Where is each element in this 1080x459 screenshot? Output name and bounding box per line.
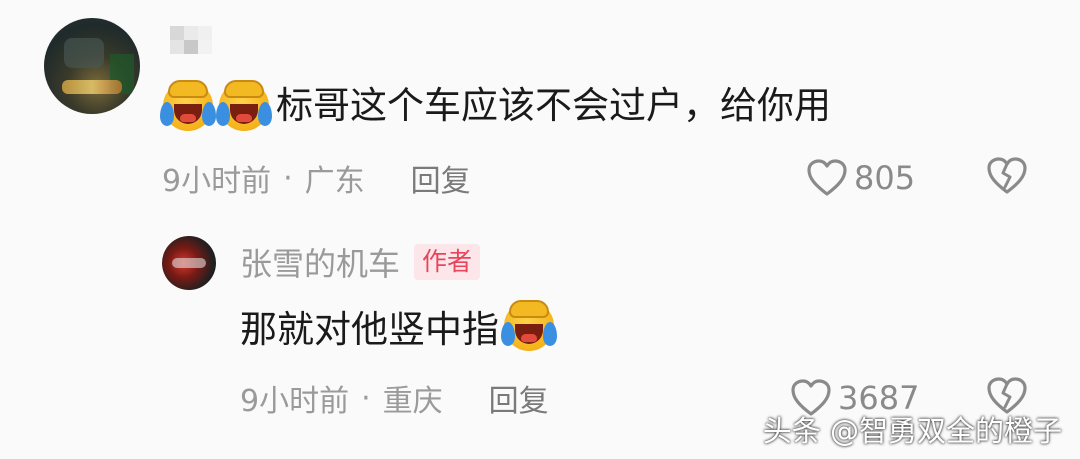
reply-author-name[interactable]: 张雪的机车 xyxy=(240,239,400,285)
comment-text: 标哥这个车应该不会过户，给你用 xyxy=(276,84,831,127)
comment-text-row: 标哥这个车应该不会过户，给你用 xyxy=(160,76,831,136)
comment-thread: 标哥这个车应该不会过户，给你用 9小时前 · 广东 回复 805 张雪的机车 作… xyxy=(0,0,1080,459)
reply-author-row: 张雪的机车 作者 xyxy=(240,239,481,285)
separator-dot: · xyxy=(361,380,371,416)
separator-dot: · xyxy=(283,160,293,196)
commenter-name-blurred xyxy=(170,26,250,54)
broken-heart-icon[interactable] xyxy=(986,156,1028,196)
author-badge: 作者 xyxy=(414,244,481,280)
comment-meta: 9小时前 · 广东 回复 xyxy=(162,156,471,200)
source-watermark: 头条 @智勇双全的橙子 xyxy=(762,414,1062,448)
reply-author-avatar[interactable] xyxy=(162,236,216,290)
reply-location: 重庆 xyxy=(382,384,443,419)
commenter-avatar[interactable] xyxy=(44,18,140,114)
heart-outline-icon xyxy=(807,159,847,196)
reply-meta: 9小时前 · 重庆 回复 xyxy=(240,376,549,420)
laugh-cry-emoji xyxy=(216,78,272,134)
laugh-cry-emoji xyxy=(160,78,216,134)
comment-location: 广东 xyxy=(304,164,365,199)
reply-time: 9小时前 xyxy=(240,384,350,419)
reply-button[interactable]: 回复 xyxy=(411,156,471,200)
comment-like-button[interactable]: 805 xyxy=(806,154,915,202)
comment-time: 9小时前 xyxy=(162,164,272,199)
reply-text-row: 那就对他竖中指 xyxy=(240,296,557,356)
like-count: 805 xyxy=(854,159,916,197)
laugh-cry-emoji xyxy=(501,298,557,354)
reply-button[interactable]: 回复 xyxy=(489,376,549,420)
reply-text: 那就对他竖中指 xyxy=(240,308,499,351)
